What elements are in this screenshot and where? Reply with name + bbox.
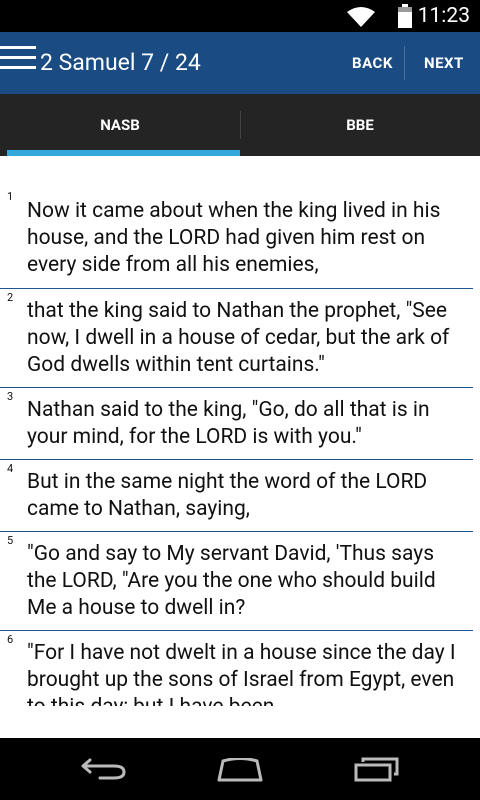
page-title[interactable]: 2 Samuel 7 / 24 <box>40 48 201 78</box>
verse-number: 4 <box>7 462 14 475</box>
verse-number: 2 <box>7 291 14 304</box>
verse-list[interactable]: 1 Now it came about when the king lived … <box>0 156 480 706</box>
verse-number: 1 <box>7 190 14 203</box>
action-bar: 2 Samuel 7 / 24 BACK NEXT <box>0 32 480 94</box>
navigation-bar <box>0 738 480 800</box>
next-button[interactable]: NEXT <box>424 52 464 74</box>
action-divider <box>404 46 405 80</box>
translation-tabs: NASB BBE <box>0 94 480 156</box>
menu-icon[interactable] <box>0 46 36 76</box>
tab-bbe[interactable]: BBE <box>240 94 480 156</box>
verse-item[interactable]: 1 Now it came about when the king lived … <box>0 156 473 289</box>
wifi-icon <box>347 7 375 27</box>
verse-item[interactable]: 2 that the king said to Nathan the proph… <box>0 289 473 388</box>
verse-item[interactable]: 5 "Go and say to My servant David, 'Thus… <box>0 532 473 631</box>
back-button[interactable]: BACK <box>352 52 393 74</box>
home-icon[interactable] <box>215 758 265 782</box>
verse-item[interactable]: 3 Nathan said to the king, "Go, do all t… <box>0 388 473 460</box>
verse-number: 6 <box>7 633 14 646</box>
verse-text: Nathan said to the king, "Go, do all tha… <box>27 398 430 449</box>
verse-item[interactable]: 6 "For I have not dwelt in a house since… <box>0 631 473 706</box>
verse-text: "For I have not dwelt in a house since t… <box>27 641 456 706</box>
battery-icon <box>398 4 412 28</box>
verse-text: But in the same night the word of the LO… <box>27 470 428 521</box>
back-icon[interactable] <box>80 756 128 782</box>
tab-nasb[interactable]: NASB <box>0 94 240 156</box>
verse-number: 3 <box>7 390 14 403</box>
verse-text: that the king said to Nathan the prophet… <box>27 299 450 377</box>
status-time: 11:23 <box>417 4 470 28</box>
verse-text: Now it came about when the king lived in… <box>27 199 441 277</box>
verse-item[interactable]: 4 But in the same night the word of the … <box>0 460 473 532</box>
status-bar: 11:23 <box>0 0 480 32</box>
verse-number: 5 <box>7 534 14 547</box>
verse-text: "Go and say to My servant David, 'Thus s… <box>27 542 436 620</box>
recents-icon[interactable] <box>354 756 400 782</box>
